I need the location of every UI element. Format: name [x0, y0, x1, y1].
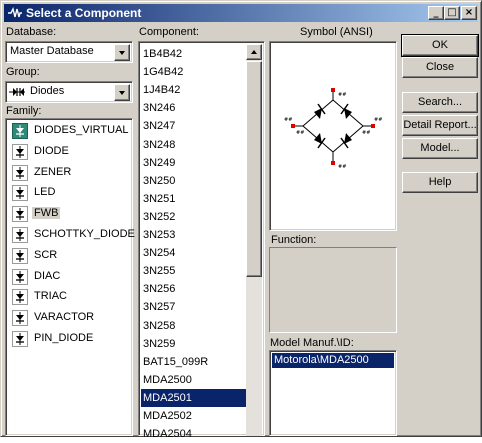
database-dropdown-button[interactable]: [114, 44, 130, 61]
svg-text:##: ##: [296, 130, 304, 136]
component-item[interactable]: 3N259: [141, 335, 246, 353]
component-item[interactable]: 3N255: [141, 262, 246, 280]
maximize-icon: □: [447, 7, 457, 18]
group-dropdown-button[interactable]: [114, 84, 130, 101]
svg-text:##: ##: [284, 117, 292, 123]
component-list[interactable]: 1B4B42 1G4B42 1J4B42 3N246 3N247 3N248 3N249 3N…: [138, 41, 265, 440]
component-item[interactable]: 3N252: [141, 208, 246, 226]
component-item[interactable]: 3N256: [141, 280, 246, 298]
model-manuf-item[interactable]: Motorola\MDA2500: [272, 353, 394, 368]
zener-icon: [12, 164, 28, 181]
bridge-rectifier-symbol-icon: ## ## ## ## ## ##: [284, 88, 382, 170]
family-item-label: SCR: [34, 248, 58, 261]
family-item-label: TRIAC: [34, 290, 67, 303]
component-item[interactable]: 1G4B42: [141, 63, 246, 81]
ok-button[interactable]: OK: [401, 34, 479, 57]
component-item[interactable]: 1J4B42: [141, 81, 246, 99]
component-item[interactable]: MDA2502: [141, 407, 246, 425]
model-manuf-list[interactable]: Motorola\MDA2500: [269, 350, 397, 436]
component-item[interactable]: 3N257: [141, 298, 246, 316]
close-icon: ×: [464, 7, 474, 18]
component-scrollbar[interactable]: [246, 44, 262, 436]
varactor-icon: [12, 310, 28, 327]
diode-icon: [12, 143, 28, 160]
family-item-label: LED: [34, 186, 56, 199]
group-value: Diodes: [30, 85, 65, 97]
family-item-label: VARACTOR: [34, 311, 95, 324]
component-item[interactable]: MDA2501: [141, 388, 246, 407]
database-label: Database:: [6, 26, 57, 38]
scroll-thumb[interactable]: [246, 61, 262, 277]
model-button[interactable]: Model...: [402, 138, 478, 159]
family-list[interactable]: DIODES_VIRTUAL DIODE ZENER LED FWB SCHOTTKY_D…: [5, 118, 135, 436]
symbol-label: Symbol (ANSI): [300, 26, 373, 38]
component-label: Component:: [139, 26, 199, 38]
detail-report-button[interactable]: Detail Report...: [402, 115, 478, 136]
function-pane: [269, 247, 397, 333]
component-app-icon: [8, 6, 22, 18]
family-item-label: DIAC: [34, 269, 61, 282]
component-item[interactable]: 3N246: [141, 99, 246, 117]
schottky-icon: [12, 227, 28, 243]
title-bar[interactable]: Select a Component _ □ ×: [4, 4, 478, 22]
symbol-preview: ## ## ## ## ## ##: [269, 41, 397, 231]
component-item[interactable]: 3N251: [141, 190, 246, 208]
function-label: Function:: [271, 234, 317, 246]
diac-icon: [12, 268, 28, 285]
bridge-rectifier-icon: [12, 206, 28, 223]
search-button[interactable]: Search...: [402, 92, 478, 113]
svg-text:##: ##: [374, 117, 382, 123]
component-item[interactable]: 3N254: [141, 244, 246, 262]
component-item[interactable]: 3N248: [141, 136, 246, 154]
led-icon: [12, 185, 28, 202]
select-component-dialog: Select a Component _ □ × Database: Maste…: [0, 0, 482, 440]
component-item[interactable]: 3N250: [141, 172, 246, 190]
family-item-label: ZENER: [34, 165, 72, 178]
svg-text:##: ##: [338, 92, 346, 98]
maximize-button[interactable]: □: [444, 6, 460, 20]
component-item[interactable]: 3N253: [141, 226, 246, 244]
svg-text:##: ##: [338, 164, 346, 170]
database-value: Master Database: [10, 45, 94, 57]
database-select[interactable]: Master Database: [5, 41, 133, 63]
family-label: Family:: [6, 105, 42, 117]
minimize-icon: _: [433, 7, 439, 18]
virtual-diode-icon: [12, 123, 28, 139]
component-item[interactable]: BAT15_099R: [141, 353, 246, 371]
family-item-label: FWB: [32, 207, 61, 220]
minimize-button[interactable]: _: [428, 6, 444, 20]
chevron-up-icon: [251, 50, 257, 54]
diode-group-icon: [9, 88, 25, 96]
scr-icon: [12, 247, 28, 264]
window-title: Select a Component: [26, 6, 142, 20]
component-item[interactable]: MDA2500: [141, 371, 246, 389]
pin-diode-icon: [12, 331, 28, 347]
close-window-button[interactable]: ×: [461, 6, 477, 20]
chevron-down-icon: [119, 51, 125, 55]
help-button[interactable]: Help: [402, 172, 478, 193]
svg-text:##: ##: [362, 130, 370, 136]
component-item[interactable]: MDA2504: [141, 425, 246, 443]
component-item[interactable]: 3N247: [141, 117, 246, 135]
component-item[interactable]: 3N249: [141, 154, 246, 172]
family-item-label: PIN_DIODE: [34, 332, 94, 344]
group-select[interactable]: Diodes: [5, 81, 133, 103]
component-item[interactable]: 1B4B42: [141, 45, 246, 63]
family-item-label: DIODES_VIRTUAL: [34, 124, 129, 136]
triac-icon: [12, 289, 28, 306]
family-item-label: DIODE: [34, 144, 69, 157]
component-item[interactable]: 3N258: [141, 317, 246, 335]
family-item-label: SCHOTTKY_DIODE: [34, 228, 135, 240]
scroll-up-button[interactable]: [246, 44, 262, 60]
group-label: Group:: [6, 66, 40, 78]
close-button[interactable]: Close: [402, 57, 478, 78]
chevron-down-icon: [119, 91, 125, 95]
model-manuf-label: Model Manuf.\ID:: [270, 337, 354, 349]
